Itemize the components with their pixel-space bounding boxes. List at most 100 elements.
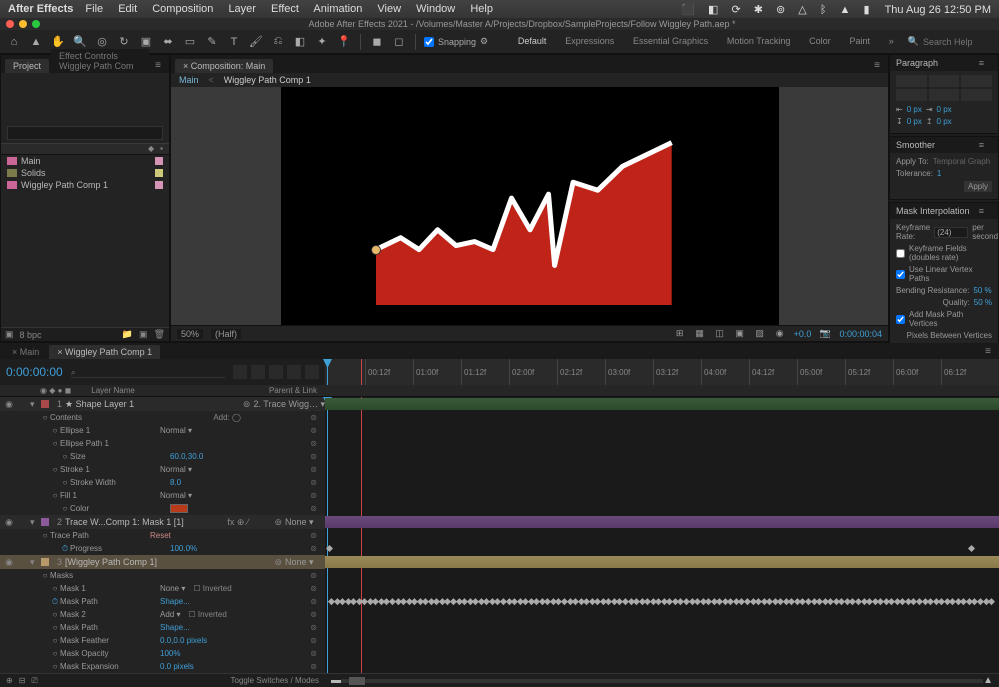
timeline-layer-row[interactable]: ◉▾3[Wiggley Path Comp 1]⊚None ▾ xyxy=(0,555,325,569)
expression-pickwhip-icon[interactable]: ⊚ xyxy=(310,544,317,553)
expression-pickwhip-icon[interactable]: ⊚ xyxy=(310,452,317,461)
property-row[interactable]: ○Color⊚ xyxy=(0,502,325,515)
workspace-paint[interactable]: Paint xyxy=(849,36,870,46)
expression-pickwhip-icon[interactable]: ⊚ xyxy=(310,413,317,422)
expression-pickwhip-icon[interactable]: ⊚ xyxy=(310,531,317,540)
clock[interactable]: Thu Aug 26 12:50 PM xyxy=(885,4,991,16)
new-folder-icon[interactable]: 📁 xyxy=(122,329,133,340)
timeline-layer-row[interactable]: ◉▾2Trace W...Comp 1: Mask 1 [1]fx ⊕ ∕⊚No… xyxy=(0,515,325,529)
menu-effect[interactable]: Effect xyxy=(271,3,299,15)
stopwatch-icon[interactable]: ○ xyxy=(50,662,60,671)
zoom-thumb[interactable] xyxy=(349,677,365,685)
grid-icon[interactable]: ⊞ xyxy=(674,328,686,340)
bending-value[interactable]: 50 % xyxy=(973,286,991,295)
keyframe-diamond[interactable] xyxy=(968,545,975,552)
property-name[interactable]: Mask Path xyxy=(60,623,160,632)
menu-edit[interactable]: Edit xyxy=(118,3,137,15)
stroke-swatch-icon[interactable]: ◻ xyxy=(391,34,407,50)
minimize-window-button[interactable] xyxy=(19,20,27,28)
status-icon[interactable]: ◧ xyxy=(708,4,718,16)
property-name[interactable]: Mask Feather xyxy=(60,636,160,645)
expression-pickwhip-icon[interactable]: ⊚ xyxy=(310,636,317,645)
toggle-switches-modes[interactable]: Toggle Switches / Modes xyxy=(231,676,320,685)
viewer-timecode[interactable]: 0:00:00:04 xyxy=(839,329,882,339)
property-name[interactable]: Color xyxy=(70,504,170,513)
keyframe-rate-input[interactable] xyxy=(934,227,968,238)
zoom-dropdown[interactable]: 50% xyxy=(177,329,203,339)
property-row[interactable]: ○Mask 1None ▾☐ Inverted⊚ xyxy=(0,582,325,595)
project-item[interactable]: Wiggley Path Comp 1 xyxy=(1,179,169,191)
expression-pickwhip-icon[interactable]: ⊚ xyxy=(310,491,317,500)
resolution-dropdown[interactable]: (Half) xyxy=(211,329,241,339)
label-color[interactable] xyxy=(155,157,163,165)
layer-label-color[interactable] xyxy=(41,558,49,566)
property-name[interactable]: Masks xyxy=(50,571,150,580)
reset-link[interactable]: Reset xyxy=(150,531,171,540)
eraser-tool-icon[interactable]: ◧ xyxy=(292,34,308,50)
layer-duration-bar[interactable] xyxy=(325,556,999,568)
property-name[interactable]: Progress xyxy=(70,544,170,553)
switches-column-icon[interactable]: ◉ ◆ ● ◼ xyxy=(40,386,71,395)
parent-dropdown[interactable]: 2. Trace Wigg… ▾ xyxy=(253,399,325,410)
shy-icon[interactable] xyxy=(251,365,265,379)
wifi-icon[interactable]: ▲ xyxy=(840,4,851,16)
expression-pickwhip-icon[interactable]: ⊚ xyxy=(310,584,317,593)
composition-canvas[interactable] xyxy=(281,87,779,325)
snapshot-icon[interactable]: 📷 xyxy=(819,328,831,340)
expression-pickwhip-icon[interactable]: ⊚ xyxy=(310,610,317,619)
fx-badge-icon[interactable]: fx ⊕ ∕ xyxy=(227,517,248,528)
time-zoom-slider[interactable] xyxy=(341,679,983,683)
panel-menu-icon[interactable]: ≡ xyxy=(975,138,988,152)
keyframe-strip[interactable] xyxy=(329,595,995,608)
draft-3d-icon[interactable] xyxy=(233,365,247,379)
workspace-motion-tracking[interactable]: Motion Tracking xyxy=(727,36,791,46)
time-ruler[interactable]: 00:12f01:00f01:12f02:00f02:12f03:00f03:1… xyxy=(325,359,999,385)
rotate-tool-icon[interactable]: ↻ xyxy=(116,34,132,50)
quality-value[interactable]: 50 % xyxy=(974,298,992,307)
timeline-tab[interactable]: × Wiggley Path Comp 1 xyxy=(49,345,160,359)
breadcrumb-main[interactable]: Main xyxy=(179,75,199,85)
status-icon[interactable]: △ xyxy=(798,4,806,16)
transparency-grid-icon[interactable]: ▨ xyxy=(754,328,766,340)
stopwatch-icon[interactable]: ○ xyxy=(50,623,60,632)
property-name[interactable]: Ellipse 1 xyxy=(60,426,160,435)
orbit-tool-icon[interactable]: ◎ xyxy=(94,34,110,50)
snapping-toggle[interactable]: Snapping ⚙ xyxy=(424,36,488,47)
layer-label-color[interactable] xyxy=(41,400,49,408)
parent-column[interactable]: Parent & Link xyxy=(269,386,317,395)
bpc-toggle[interactable]: 8 bpc xyxy=(20,330,42,340)
blend-mode-dropdown[interactable]: None ▾ xyxy=(160,584,185,593)
workspace-color[interactable]: Color xyxy=(809,36,831,46)
clone-tool-icon[interactable]: ⎌ xyxy=(270,34,286,50)
close-window-button[interactable] xyxy=(6,20,14,28)
stopwatch-icon[interactable]: ○ xyxy=(50,491,60,500)
property-row[interactable]: ○Ellipse Path 1⊚ xyxy=(0,437,325,450)
indent-left-value[interactable]: 0 px xyxy=(907,105,922,114)
property-row[interactable]: ○Mask Feather0.0,0.0 pixels⊚ xyxy=(0,634,325,647)
align-right-button[interactable] xyxy=(961,75,992,87)
property-name[interactable]: Trace Path xyxy=(50,531,150,540)
keyframe-strip[interactable] xyxy=(327,542,975,555)
menu-layer[interactable]: Layer xyxy=(228,3,256,15)
expression-pickwhip-icon[interactable]: ⊚ xyxy=(310,465,317,474)
snapping-checkbox[interactable] xyxy=(424,37,434,47)
3d-view-icon[interactable]: ◉ xyxy=(774,328,786,340)
column-label-icon[interactable]: ▪ xyxy=(160,144,163,154)
blend-mode-dropdown[interactable]: Add ▾ xyxy=(160,610,180,619)
project-search-input[interactable] xyxy=(7,126,163,140)
timeline-layer-row[interactable]: ◉▾1★ Shape Layer 1⊚2. Trace Wigg… ▾ xyxy=(0,397,325,411)
property-row[interactable]: ⏱Progress100.0%⊚ xyxy=(0,542,325,555)
add-menu[interactable]: Add: ◯ xyxy=(213,413,241,422)
zoom-window-button[interactable] xyxy=(32,20,40,28)
menu-help[interactable]: Help xyxy=(470,3,493,15)
stopwatch-icon[interactable]: ○ xyxy=(50,439,60,448)
panel-menu-icon[interactable]: ≡ xyxy=(870,58,884,73)
stopwatch-icon[interactable]: ⏱ xyxy=(50,597,60,607)
doubles-rate-checkbox[interactable] xyxy=(896,249,905,258)
label-color[interactable] xyxy=(155,181,163,189)
current-timecode[interactable]: 0:00:00:00 xyxy=(6,365,63,379)
property-name[interactable]: Stroke Width xyxy=(70,478,170,487)
property-name[interactable]: Fill 1 xyxy=(60,491,160,500)
parent-dropdown[interactable]: None ▾ xyxy=(285,517,325,528)
keyframe-diamond[interactable] xyxy=(326,545,333,552)
